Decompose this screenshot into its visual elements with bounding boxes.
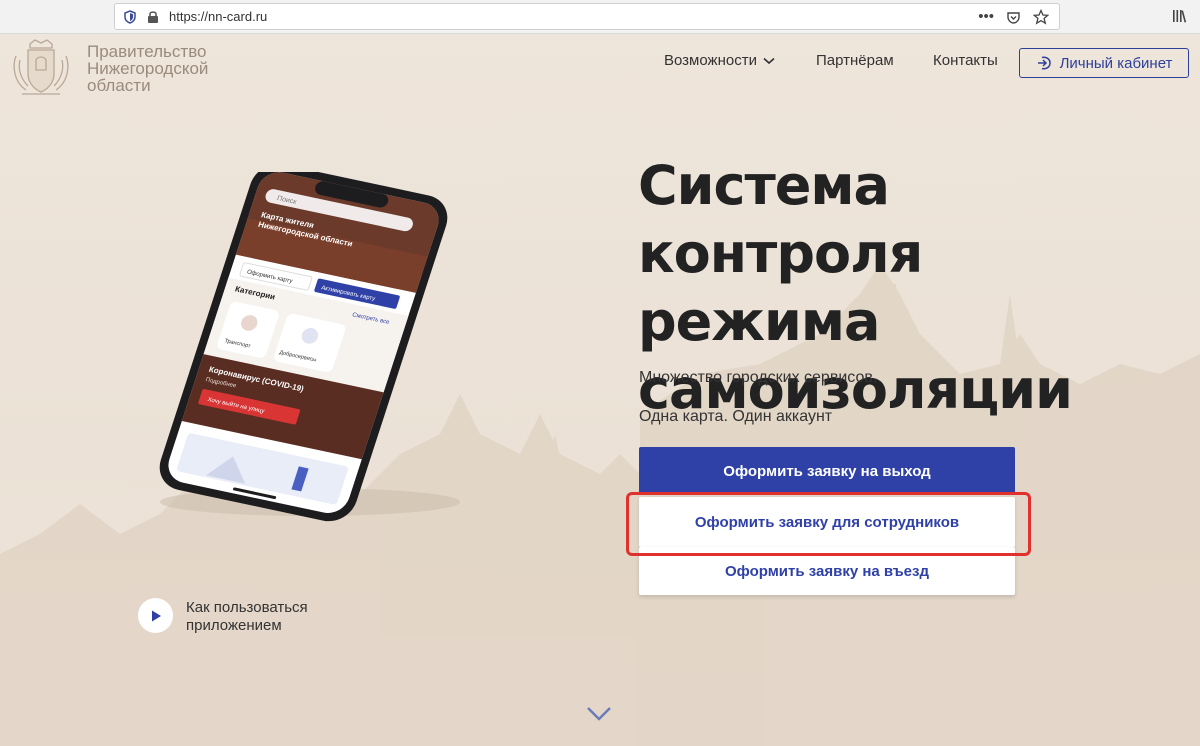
nav-contacts[interactable]: Контакты	[933, 52, 998, 69]
personal-cabinet-label: Личный кабинет	[1059, 54, 1173, 72]
tracking-shield-icon[interactable]	[123, 9, 137, 24]
hero-subtitle-2: Одна карта. Один аккаунт	[639, 408, 833, 425]
nav-features[interactable]: Возможности	[664, 52, 775, 69]
nav-partners[interactable]: Партнёрам	[816, 52, 894, 69]
phone-app-illustration: Поиск Карта жителя Нижегородской области…	[159, 172, 460, 522]
browser-toolbar: https://nn-card.ru •••	[0, 0, 1200, 34]
gov-name-line3: области	[87, 76, 151, 95]
login-icon	[1037, 56, 1051, 70]
url-text[interactable]: https://nn-card.ru	[169, 9, 267, 24]
library-icon[interactable]	[1172, 9, 1188, 23]
bookmark-star-icon[interactable]	[1033, 9, 1049, 25]
highlight-box	[626, 492, 1031, 556]
lock-icon[interactable]	[147, 10, 159, 24]
hero-title-line2: контроля режима	[638, 222, 923, 353]
nav-features-label: Возможности	[664, 52, 757, 69]
how-to-line2: приложением	[186, 617, 282, 634]
gov-name-line1: Правительство	[87, 42, 207, 61]
government-name[interactable]: Правительство Нижегородской области	[87, 43, 237, 94]
how-to-use-link[interactable]: Как пользоваться приложением	[186, 599, 336, 635]
gov-name-line2: Нижегородской	[87, 59, 209, 78]
play-video-button[interactable]	[138, 598, 173, 633]
how-to-line1: Как пользоваться	[186, 599, 308, 616]
hero-subtitle-1: Множество городских сервисов.	[639, 369, 878, 386]
chevron-down-icon	[763, 57, 775, 64]
more-actions-icon[interactable]: •••	[978, 8, 994, 26]
coat-of-arms-logo[interactable]	[8, 36, 74, 100]
hero-title-line1: Система	[638, 154, 890, 217]
apply-exit-button[interactable]: Оформить заявку на выход	[639, 447, 1015, 495]
play-icon	[151, 610, 161, 621]
address-bar[interactable]: https://nn-card.ru •••	[114, 3, 1060, 30]
pocket-icon[interactable]	[1006, 10, 1021, 25]
scroll-down-chevron-icon[interactable]	[585, 705, 613, 723]
personal-cabinet-button[interactable]: Личный кабинет	[1019, 48, 1189, 78]
